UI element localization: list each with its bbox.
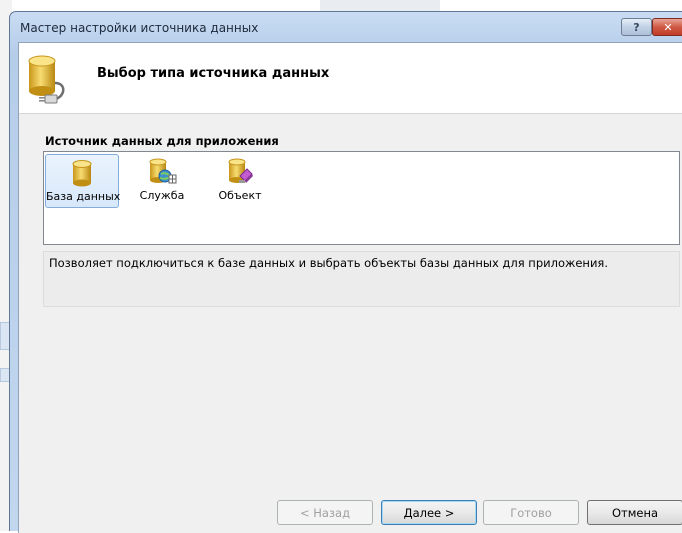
page-title: Выбор типа источника данных bbox=[97, 66, 330, 81]
finish-button[interactable]: Готово bbox=[483, 500, 579, 525]
data-source-wizard-dialog: Мастер настройки источника данных ? ✕ Вы… bbox=[9, 11, 682, 533]
window-title: Мастер настройки источника данных bbox=[20, 21, 259, 35]
description-text: Позволяет подключиться к базе данных и в… bbox=[49, 256, 608, 270]
close-button[interactable]: ✕ bbox=[652, 18, 682, 36]
help-button[interactable]: ? bbox=[621, 18, 652, 36]
wizard-header: Выбор типа источника данных bbox=[19, 43, 682, 114]
list-item-object[interactable]: Объект bbox=[203, 154, 277, 208]
dialog-client-area: Выбор типа источника данных Источник дан… bbox=[18, 42, 682, 533]
back-button[interactable]: < Назад bbox=[277, 500, 373, 525]
next-button[interactable]: Далее > bbox=[381, 500, 477, 525]
object-icon bbox=[228, 158, 253, 183]
list-item-database[interactable]: База данных bbox=[45, 154, 121, 208]
database-icon bbox=[72, 160, 92, 187]
list-item-service[interactable]: Служба bbox=[125, 154, 199, 208]
database-connector-icon bbox=[28, 55, 65, 104]
section-label: Источник данных для приложения bbox=[45, 134, 279, 148]
service-icon bbox=[149, 158, 177, 184]
cancel-button[interactable]: Отмена bbox=[587, 500, 682, 525]
list-item-label: Служба bbox=[139, 189, 185, 202]
list-item-label: Объект bbox=[218, 189, 262, 202]
list-item-label: База данных bbox=[46, 190, 121, 203]
title-bar[interactable]: Мастер настройки источника данных ? ✕ bbox=[10, 12, 682, 44]
description-box: Позволяет подключиться к базе данных и в… bbox=[43, 251, 680, 307]
data-source-type-list[interactable]: База данных Служба Объект bbox=[43, 151, 680, 245]
